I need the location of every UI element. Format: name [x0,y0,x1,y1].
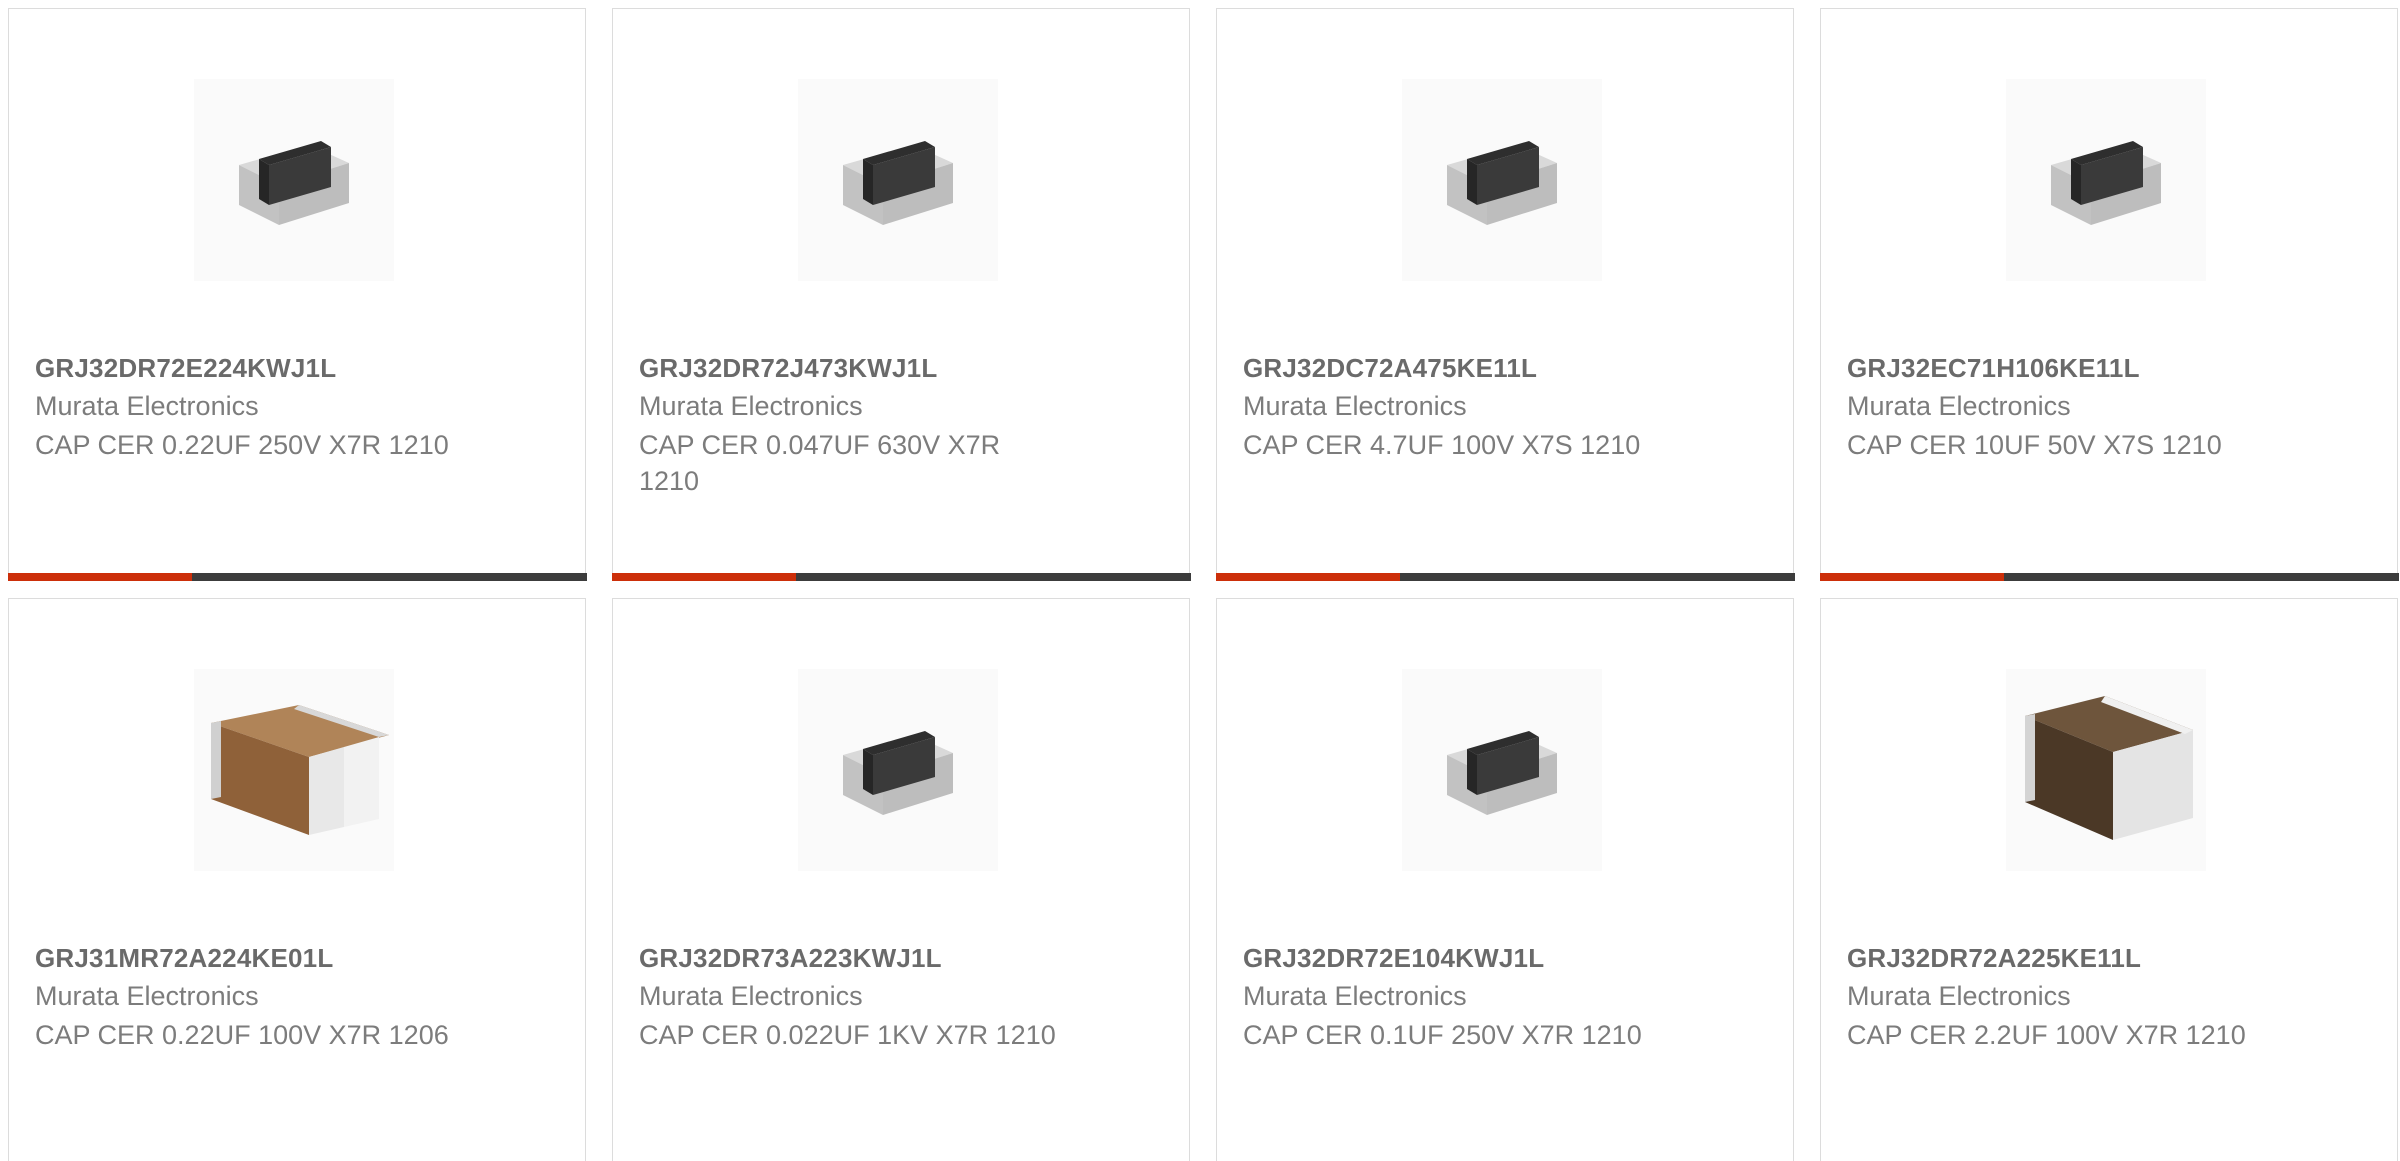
product-image[interactable] [2006,79,2206,281]
product-description: CAP CER 0.22UF 100V X7R 1206 [35,1020,449,1050]
brown-mlcc-chip-icon [2025,696,2193,840]
product-description: CAP CER 0.22UF 250V X7R 1210 [35,430,449,460]
card-accent-bar [611,572,796,581]
card-accent-bar [7,572,192,581]
part-number[interactable]: GRJ32DR72E104KWJ1L [1243,943,1544,974]
manufacturer: Murata Electronics [35,981,259,1011]
dark-mlcc-chip-icon [2051,141,2161,225]
product-description: CAP CER 0.022UF 1KV X7R 1210 [639,1020,1056,1050]
manufacturer: Murata Electronics [639,981,863,1011]
product-card[interactable]: GRJ32DR72E104KWJ1L Murata Electronics CA… [1216,598,1794,1161]
product-description: CAP CER 10UF 50V X7S 1210 [1847,430,2222,460]
card-footer-bar [7,572,587,581]
card-accent-bar [1215,572,1400,581]
product-image[interactable] [1402,669,1602,871]
product-card[interactable]: GRJ32EC71H106KE11L Murata Electronics CA… [1819,8,2399,581]
product-card[interactable]: GRJ32DR72J473KWJ1L Murata Electronics CA… [611,8,1191,581]
product-description: CAP CER 4.7UF 100V X7S 1210 [1243,430,1641,460]
part-number[interactable]: GRJ32DR72J473KWJ1L [639,353,937,384]
product-description: CAP CER 0.047UF 630V X7R 1210 [639,430,1001,496]
product-description: CAP CER 2.2UF 100V X7R 1210 [1847,1020,2246,1050]
dark-mlcc-chip-icon [843,731,953,815]
product-image[interactable] [798,669,998,871]
card-footer-bar [611,572,1191,581]
part-number[interactable]: GRJ31MR72A224KE01L [35,943,333,974]
dark-mlcc-chip-icon [1447,141,1557,225]
part-number[interactable]: GRJ32DR72A225KE11L [1847,943,2141,974]
dark-mlcc-chip-icon [239,141,349,225]
product-card[interactable]: GRJ32DC72A475KE11L Murata Electronics CA… [1215,8,1795,581]
part-number[interactable]: GRJ32DR72E224KWJ1L [35,353,336,384]
product-card[interactable]: GRJ32DR72E224KWJ1L Murata Electronics CA… [7,8,587,581]
part-number[interactable]: GRJ32EC71H106KE11L [1847,353,2140,384]
product-grid: GRJ32DR72E224KWJ1L Murata Electronics CA… [0,0,2400,1161]
product-image[interactable] [194,669,394,871]
product-card[interactable]: GRJ31MR72A224KE01L Murata Electronics CA… [8,598,586,1161]
card-footer-bar [1819,572,2399,581]
product-image[interactable] [194,79,394,281]
product-image[interactable] [1402,79,1602,281]
manufacturer: Murata Electronics [1243,391,1467,421]
product-image[interactable] [798,79,998,281]
manufacturer: Murata Electronics [35,391,259,421]
card-accent-bar [1819,572,2004,581]
manufacturer: Murata Electronics [639,391,863,421]
product-card[interactable]: GRJ32DR72A225KE11L Murata Electronics CA… [1820,598,2398,1161]
dark-mlcc-chip-icon [843,141,953,225]
product-card[interactable]: GRJ32DR73A223KWJ1L Murata Electronics CA… [612,598,1190,1161]
card-footer-bar [1215,572,1795,581]
tan-mlcc-chip-icon [211,705,389,835]
manufacturer: Murata Electronics [1847,981,2071,1011]
manufacturer: Murata Electronics [1243,981,1467,1011]
manufacturer: Murata Electronics [1847,391,2071,421]
part-number[interactable]: GRJ32DC72A475KE11L [1243,353,1537,384]
product-image[interactable] [2006,669,2206,871]
product-description: CAP CER 0.1UF 250V X7R 1210 [1243,1020,1642,1050]
part-number[interactable]: GRJ32DR73A223KWJ1L [639,943,942,974]
dark-mlcc-chip-icon [1447,731,1557,815]
